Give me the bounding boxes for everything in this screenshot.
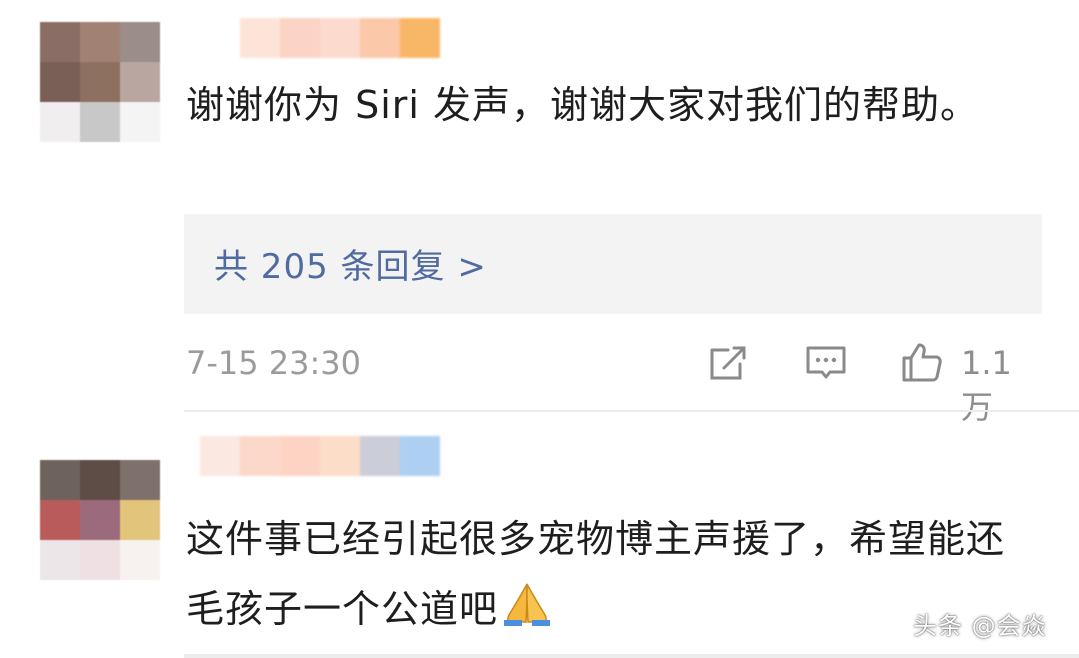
mosaic-cell — [80, 22, 120, 62]
replies-button[interactable]: 共 205 条回复 > — [184, 214, 1042, 314]
mosaic-cell — [40, 62, 80, 102]
share-icon[interactable] — [706, 340, 750, 384]
mosaic-cell — [40, 460, 80, 500]
mosaic-cell — [360, 18, 400, 58]
mosaic-cell — [80, 102, 120, 142]
mosaic-cell — [40, 500, 80, 540]
mosaic-cell — [40, 22, 80, 62]
comment-icon[interactable] — [804, 340, 848, 384]
mosaic-cell — [240, 436, 280, 476]
mosaic-cell — [360, 436, 400, 476]
mosaic-cell — [80, 500, 120, 540]
mosaic-cell — [400, 18, 440, 58]
username[interactable] — [200, 18, 440, 58]
comment-text: 谢谢你为 Siri 发声，谢谢大家对我们的帮助。 — [186, 83, 980, 127]
timestamp: 7-15 23:30 — [186, 344, 362, 382]
mosaic-cell — [120, 62, 160, 102]
comment-text: 这件事已经引起很多宠物博主声援了，希望能还毛孩子一个公道吧 — [186, 504, 1019, 644]
replies-link[interactable]: 共 205 条回复 > — [214, 239, 487, 288]
next-comment-edge — [184, 654, 1079, 658]
mosaic-cell — [120, 500, 160, 540]
praying-hands-icon — [504, 583, 551, 626]
mosaic-cell — [120, 22, 160, 62]
mosaic-cell — [320, 18, 360, 58]
username[interactable] — [200, 436, 440, 476]
comment-card: 谢谢你为 Siri 发声，谢谢大家对我们的帮助。 共 205 条回复 > 7-1… — [0, 0, 1079, 426]
mosaic-cell — [280, 436, 320, 476]
mosaic-cell — [40, 540, 80, 580]
mosaic-cell — [40, 102, 80, 142]
mosaic-cell — [400, 436, 440, 476]
comment-text-content: 这件事已经引起很多宠物博主声援了，希望能还毛孩子一个公道吧 — [186, 517, 1006, 631]
mosaic-cell — [240, 18, 280, 58]
mosaic-cell — [80, 540, 120, 580]
mosaic-cell — [320, 436, 360, 476]
mosaic-cell — [80, 62, 120, 102]
mosaic-cell — [120, 460, 160, 500]
mosaic-cell — [80, 460, 120, 500]
mosaic-cell — [280, 18, 320, 58]
mosaic-cell — [200, 18, 240, 58]
mosaic-cell — [200, 436, 240, 476]
mosaic-cell — [120, 102, 160, 142]
mosaic-cell — [120, 540, 160, 580]
divider — [184, 410, 1079, 412]
comment-meta: 7-15 23:30 1.1万 — [186, 338, 1039, 426]
avatar[interactable] — [40, 460, 160, 580]
avatar[interactable] — [40, 22, 160, 142]
watermark: 头条 @会焱 — [913, 612, 1047, 640]
thumbs-up-icon[interactable] — [900, 340, 944, 384]
